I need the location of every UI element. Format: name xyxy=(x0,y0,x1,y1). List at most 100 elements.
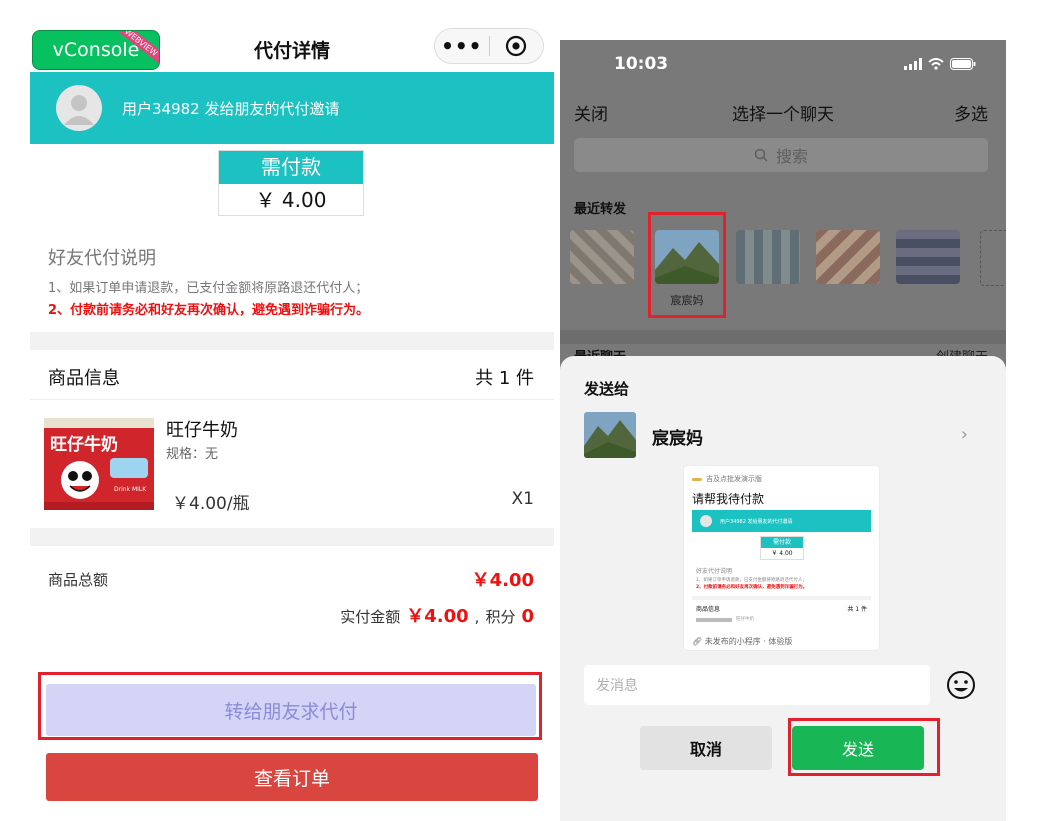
mini-note-2: 2、付款前请务必和好友再次确认，避免遇到诈骗行为。 xyxy=(696,585,808,590)
points-value: 0 xyxy=(521,606,534,627)
nav-bar: vConsole WEBVIEW 代付详情 ••• xyxy=(30,22,554,72)
wifi-icon xyxy=(928,58,944,70)
send-to-label: 发送给 xyxy=(584,380,630,398)
status-time: 10:03 xyxy=(614,54,669,74)
wechat-share-screen: 10:03 关闭 选择一个聊天 多选 搜索 最近转发 宸宸妈 发送给 宸宸妈 ›… xyxy=(560,40,1006,821)
contact-name xyxy=(570,292,634,306)
card-app-name: 吉及点批发演示版 xyxy=(706,475,762,483)
view-order-button[interactable]: 查看订单 xyxy=(46,753,538,801)
goods-header-label: 商品信息 xyxy=(48,368,120,389)
section-divider xyxy=(30,528,554,546)
default-avatar-icon xyxy=(64,95,94,125)
share-nav-bar: 关闭 选择一个聊天 多选 xyxy=(560,92,1006,128)
multi-select-button[interactable]: 多选 xyxy=(954,100,988,125)
comma: , xyxy=(474,608,480,626)
card-title: 请帮我待付款 xyxy=(692,492,765,506)
mini-amount-box: 需付款 ￥ 4.00 xyxy=(760,536,804,560)
product-spec: 规格：无 xyxy=(166,447,219,462)
pay-note-warning: 2、付款前请务必和好友再次确认，避免遇到诈骗行为。 xyxy=(48,303,370,318)
mini-goods-label: 商品信息 xyxy=(696,606,721,613)
menu-capsule: ••• xyxy=(434,28,544,64)
product-quantity: X1 xyxy=(511,489,534,509)
mountain-landscape-avatar xyxy=(584,412,636,458)
mini-note-title: 好友代付说明 xyxy=(696,568,733,575)
goods-header: 商品信息 共 1 件 xyxy=(30,351,554,400)
contact-avatar xyxy=(736,230,800,284)
points-label: 积分 xyxy=(485,608,516,626)
recent-contact[interactable] xyxy=(570,230,634,306)
goods-count: 共 1 件 xyxy=(475,368,534,389)
wangzai-milk-can-image: 旺仔牛奶 Drink MILK xyxy=(44,418,154,510)
target-avatar xyxy=(584,412,636,458)
highlight-box-forward xyxy=(38,672,542,740)
mini-divider xyxy=(692,596,871,600)
amount-due-value: ￥ 4.00 xyxy=(255,188,327,212)
status-icons xyxy=(904,58,976,70)
product-name: 旺仔牛奶 xyxy=(166,420,238,441)
chat-search-bar[interactable]: 搜索 xyxy=(574,138,988,172)
invite-text: 用户34982 发给朋友的代付邀请 xyxy=(122,99,340,118)
goods-total-value: ￥4.00 xyxy=(471,570,534,591)
recent-contact[interactable] xyxy=(816,230,880,306)
close-miniprogram-button[interactable] xyxy=(489,35,543,57)
mini-goods-count: 共 1 件 xyxy=(847,606,867,613)
status-bar: 10:03 xyxy=(560,40,1006,90)
target-name: 宸宸妈 xyxy=(652,429,703,449)
target-circle-icon xyxy=(506,35,527,57)
amount-due-box: 需付款 ￥ 4.00 xyxy=(218,150,364,216)
recent-contact[interactable] xyxy=(896,230,960,306)
mini-note-1: 1、如果订单申请退款，已支付金额将原路退还代付人； xyxy=(696,578,807,583)
chevron-right-icon[interactable]: › xyxy=(961,424,968,445)
battery-icon xyxy=(950,58,976,70)
paid-summary: 实付金额 ￥4.00 , 积分 0 xyxy=(340,602,534,628)
product-price: ￥4.00/瓶 xyxy=(172,494,250,514)
invite-banner: 用户34982 发给朋友的代付邀请 xyxy=(30,72,554,144)
more-contacts-button[interactable] xyxy=(980,230,1006,286)
mini-item-image xyxy=(696,618,732,622)
search-icon xyxy=(754,148,768,162)
highlight-box-send xyxy=(788,718,940,776)
recent-contact[interactable] xyxy=(736,230,800,306)
mini-invite-text: 用户34982 发给朋友的代付邀请 xyxy=(720,518,793,525)
contact-avatar xyxy=(816,230,880,284)
paid-value: ￥4.00 xyxy=(406,606,469,627)
product-image-badge: Drink MILK xyxy=(114,486,147,493)
highlight-box-contact xyxy=(648,212,726,318)
share-title: 选择一个聊天 xyxy=(732,105,834,125)
cancel-button[interactable]: 取消 xyxy=(640,726,772,770)
mini-avatar xyxy=(700,515,712,527)
user-avatar xyxy=(56,85,102,131)
pay-note-refund: 1、如果订单申请退款，已支付金额将原路退还代付人； xyxy=(48,281,369,296)
contact-avatar xyxy=(896,230,960,284)
product-image-text: 旺仔牛奶 xyxy=(50,434,118,455)
paid-label: 实付金额 xyxy=(340,608,401,626)
section-divider xyxy=(30,332,554,350)
contact-name xyxy=(816,292,880,306)
signal-icon xyxy=(904,58,922,70)
mini-program-pay-detail: vConsole WEBVIEW 代付详情 ••• 用户34982 发给朋友的代… xyxy=(30,0,554,821)
link-icon: 🔗︎ xyxy=(692,637,703,646)
emoji-icon[interactable] xyxy=(944,668,978,702)
contact-name xyxy=(896,292,960,306)
pay-notes-title: 好友代付说明 xyxy=(48,248,156,269)
section-divider xyxy=(560,330,1006,344)
goods-total-label: 商品总额 xyxy=(48,571,109,589)
message-input[interactable]: 发消息 xyxy=(584,665,930,705)
contact-name xyxy=(736,292,800,306)
mini-invite-bar: 用户34982 发给朋友的代付邀请 xyxy=(692,510,871,532)
card-thumbnail: 用户34982 发给朋友的代付邀请 需付款 ￥ 4.00 好友代付说明 1、如果… xyxy=(692,510,871,632)
mini-amount-label: 需付款 xyxy=(761,537,803,548)
app-logo-icon xyxy=(692,477,702,481)
product-image: 旺仔牛奶 Drink MILK xyxy=(44,418,154,510)
search-placeholder: 搜索 xyxy=(775,147,808,166)
mini-program-card-preview: 吉及点批发演示版 请帮我待付款 用户34982 发给朋友的代付邀请 需付款 ￥ … xyxy=(684,466,879,650)
message-placeholder: 发消息 xyxy=(596,678,638,694)
card-app-line: 吉及点批发演示版 xyxy=(692,474,762,484)
more-menu-button[interactable]: ••• xyxy=(435,34,489,58)
mini-amount-value: ￥ 4.00 xyxy=(771,550,793,557)
card-footer-text: 未发布的小程序 · 体验版 xyxy=(704,637,793,646)
mini-item-name: 旺仔牛奶 xyxy=(736,617,754,622)
recent-forward-label: 最近转发 xyxy=(574,202,627,217)
send-dialog: 发送给 宸宸妈 › 吉及点批发演示版 请帮我待付款 用户34982 发给朋友的代… xyxy=(560,356,1006,821)
card-footer: 🔗︎ 未发布的小程序 · 体验版 xyxy=(692,636,792,647)
